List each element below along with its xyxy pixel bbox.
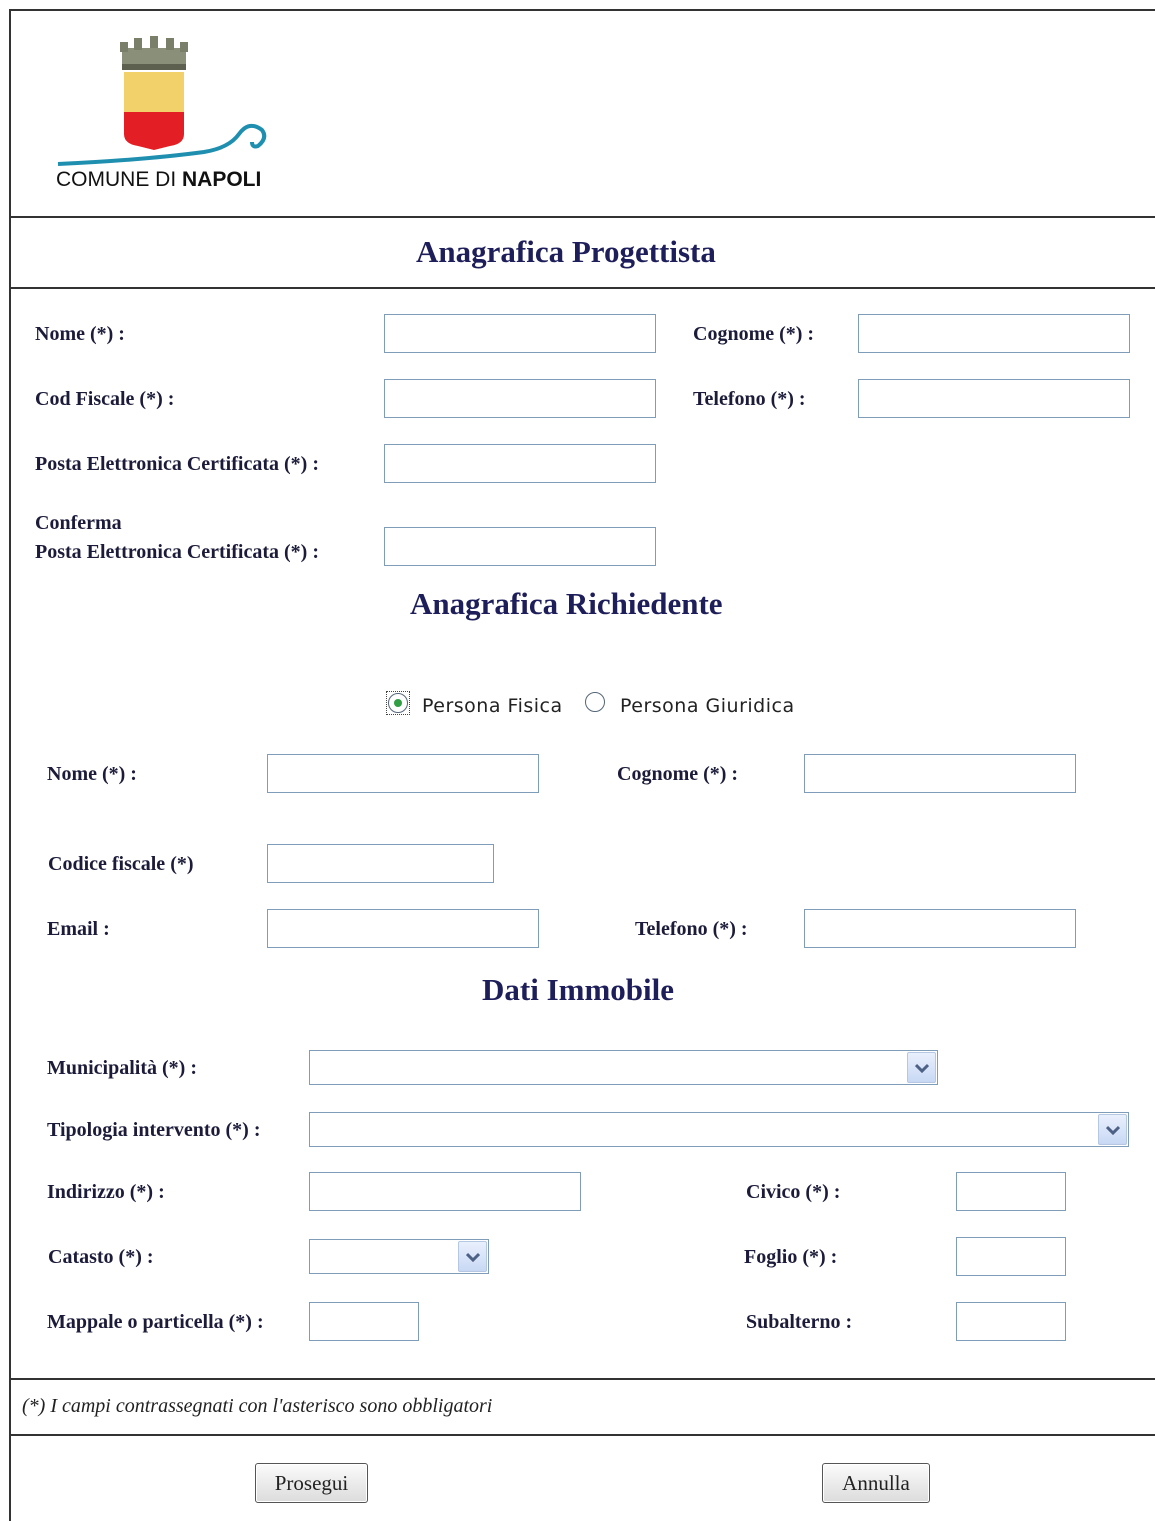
- radio-persona-giuridica[interactable]: [585, 692, 605, 712]
- progettista-nome-input[interactable]: [384, 314, 656, 353]
- progettista-telefono-label: Telefono (*) :: [693, 388, 806, 410]
- logo-text: COMUNE DI NAPOLI: [56, 168, 262, 191]
- radio-persona-fisica[interactable]: [386, 691, 410, 715]
- radio-persona-fisica-label: Persona Fisica: [422, 695, 563, 717]
- civico-input[interactable]: [956, 1172, 1066, 1211]
- progettista-cognome-input[interactable]: [858, 314, 1130, 353]
- progettista-title: Anagrafica Progettista: [416, 234, 716, 269]
- progettista-conferma-pec-input[interactable]: [384, 527, 656, 566]
- divider-header: [9, 216, 1155, 218]
- indirizzo-label: Indirizzo (*) :: [47, 1181, 165, 1203]
- progettista-telefono-input[interactable]: [858, 379, 1130, 418]
- catasto-select[interactable]: [309, 1239, 489, 1274]
- municipalita-select[interactable]: [309, 1050, 938, 1085]
- divider-note-top: [9, 1378, 1155, 1380]
- subalterno-label: Subalterno :: [746, 1311, 853, 1333]
- indirizzo-input[interactable]: [309, 1172, 581, 1211]
- municipalita-label: Municipalità (*) :: [47, 1057, 197, 1079]
- divider-note-bottom: [9, 1434, 1155, 1436]
- progettista-pec-input[interactable]: [384, 444, 656, 483]
- richiedente-email-label: Email :: [47, 918, 110, 940]
- mappale-input[interactable]: [309, 1302, 419, 1341]
- immobile-title: Dati Immobile: [482, 972, 675, 1007]
- civico-label: Civico (*) :: [746, 1181, 841, 1203]
- prosegui-button[interactable]: Prosegui: [255, 1463, 368, 1503]
- required-fields-note: (*) I campi contrassegnati con l'asteris…: [22, 1395, 493, 1417]
- richiedente-cognome-input[interactable]: [804, 754, 1076, 793]
- mappale-label: Mappale o particella (*) :: [47, 1311, 264, 1333]
- subalterno-input[interactable]: [956, 1302, 1066, 1341]
- annulla-button[interactable]: Annulla: [822, 1463, 930, 1503]
- richiedente-cognome-label: Cognome (*) :: [617, 763, 739, 785]
- chevron-down-icon[interactable]: [1098, 1114, 1127, 1145]
- catasto-label: Catasto (*) :: [48, 1246, 154, 1268]
- richiedente-nome-input[interactable]: [267, 754, 539, 793]
- chevron-down-icon[interactable]: [907, 1052, 936, 1083]
- foglio-input[interactable]: [956, 1237, 1066, 1276]
- richiedente-codicefiscale-label: Codice fiscale (*): [48, 853, 194, 875]
- radio-persona-giuridica-label: Persona Giuridica: [620, 695, 795, 717]
- richiedente-telefono-input[interactable]: [804, 909, 1076, 948]
- divider-title: [9, 287, 1155, 289]
- progettista-codfiscale-input[interactable]: [384, 379, 656, 418]
- progettista-pec-label: Posta Elettronica Certificata (*) :: [35, 453, 319, 475]
- progettista-cognome-label: Cognome (*) :: [693, 323, 815, 345]
- richiedente-nome-label: Nome (*) :: [47, 763, 137, 785]
- richiedente-title: Anagrafica Richiedente: [410, 586, 723, 621]
- progettista-nome-label: Nome (*) :: [35, 323, 125, 345]
- comune-napoli-logo: COMUNE DI NAPOLI: [54, 34, 274, 194]
- progettista-codfiscale-label: Cod Fiscale (*) :: [35, 388, 175, 410]
- richiedente-codicefiscale-input[interactable]: [267, 844, 494, 883]
- progettista-conferma-label-line1: Conferma: [35, 512, 122, 534]
- foglio-label: Foglio (*) :: [744, 1246, 838, 1268]
- tipologia-label: Tipologia intervento (*) :: [47, 1119, 261, 1141]
- richiedente-email-input[interactable]: [267, 909, 539, 948]
- progettista-conferma-label-line2: Posta Elettronica Certificata (*) :: [35, 541, 319, 563]
- chevron-down-icon[interactable]: [458, 1241, 487, 1272]
- richiedente-telefono-label: Telefono (*) :: [635, 918, 748, 940]
- tipologia-select[interactable]: [309, 1112, 1129, 1147]
